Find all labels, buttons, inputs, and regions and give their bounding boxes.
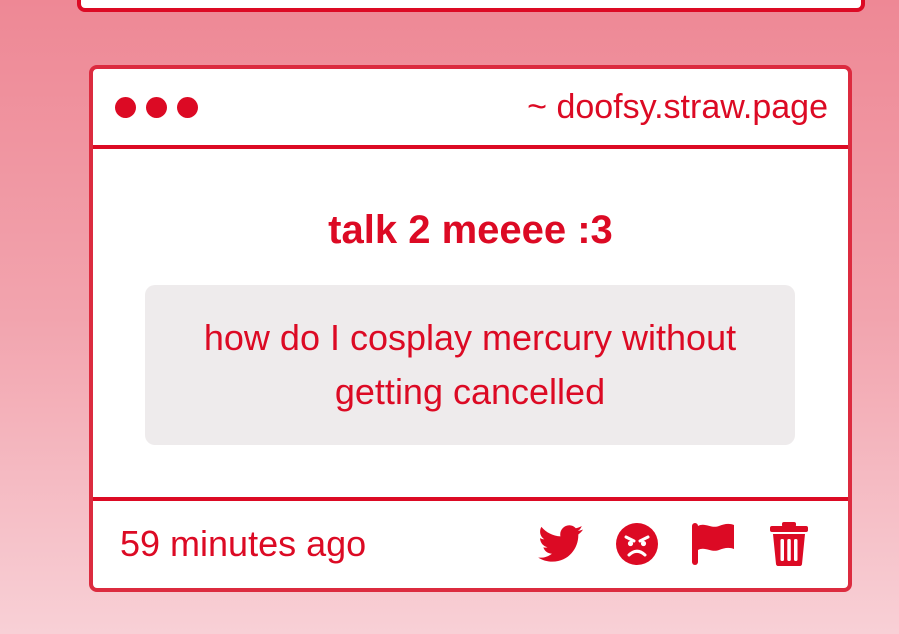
card-body: talk 2 meeee :3 how do I cosplay mercury… xyxy=(93,149,848,501)
card-titlebar: ~ doofsy.straw.page xyxy=(93,69,848,149)
window-dot-icon xyxy=(115,97,136,118)
window-dot-icon xyxy=(146,97,167,118)
window-dots xyxy=(115,97,198,118)
message-card: ~ doofsy.straw.page talk 2 meeee :3 how … xyxy=(89,65,852,592)
message-bubble: how do I cosplay mercury without getting… xyxy=(145,285,795,445)
react-angry-button[interactable] xyxy=(614,521,660,567)
timestamp: 59 minutes ago xyxy=(120,523,367,564)
action-bar xyxy=(538,521,812,567)
previous-card-edge xyxy=(77,0,865,12)
message-text: how do I cosplay mercury without getting… xyxy=(203,317,737,412)
site-domain[interactable]: ~ doofsy.straw.page xyxy=(527,85,828,129)
trash-icon xyxy=(770,522,808,566)
card-footer: 59 minutes ago xyxy=(93,501,848,588)
report-flag-button[interactable] xyxy=(690,521,736,567)
delete-button[interactable] xyxy=(766,521,812,567)
share-twitter-button[interactable] xyxy=(538,521,584,567)
twitter-icon xyxy=(538,525,584,562)
flag-icon xyxy=(692,523,734,565)
card-heading: talk 2 meeee :3 xyxy=(328,208,613,252)
window-dot-icon xyxy=(177,97,198,118)
angry-face-icon xyxy=(616,523,658,565)
